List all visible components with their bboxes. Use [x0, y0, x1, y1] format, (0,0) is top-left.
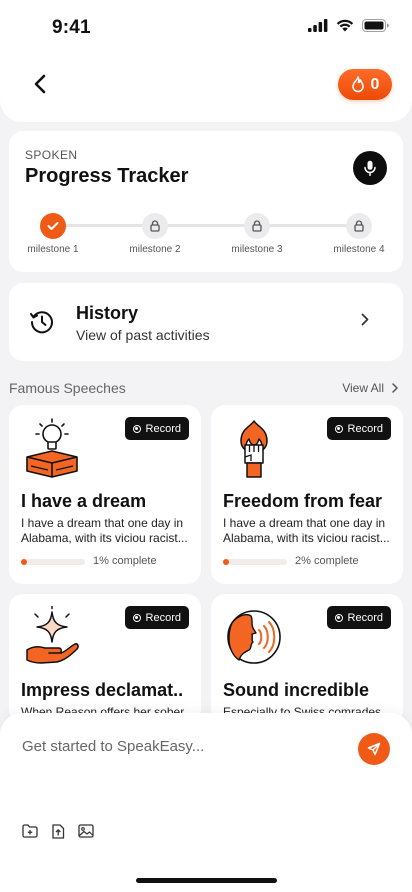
record-icon	[334, 613, 343, 622]
speech-title: Freedom from fear	[223, 491, 383, 511]
progress-kicker: SPOKEN	[25, 148, 78, 162]
checkmark-icon	[47, 222, 59, 230]
back-chevron-icon	[34, 74, 46, 94]
milestone-4-node	[346, 213, 372, 239]
status-time: 9:41	[52, 17, 91, 38]
milestone-3-node	[244, 213, 270, 239]
lock-icon	[150, 220, 160, 232]
cellular-signal-icon	[308, 19, 328, 32]
speech-card-freedom-from-fear[interactable]: Record Freedom from fear I have a dream …	[211, 405, 403, 584]
history-title: History	[76, 303, 139, 323]
speech-title: I have a dream	[21, 491, 147, 511]
record-button[interactable]: Record	[326, 606, 391, 629]
speech-title: Impress declamat..	[21, 680, 184, 700]
speech-progress-text: 1% complete	[93, 555, 157, 567]
chevron-right-icon	[392, 383, 398, 393]
record-label: Record	[347, 422, 383, 435]
record-button[interactable]: Record	[124, 417, 189, 440]
message-input[interactable]: Get started to SpeakEasy...	[22, 738, 204, 755]
record-icon	[334, 424, 343, 433]
upload-file-button[interactable]	[50, 823, 66, 839]
milestone-2-node	[142, 213, 168, 239]
record-label: Record	[347, 611, 383, 624]
speech-description: I have a dream that one day in Alabama, …	[223, 516, 390, 545]
raised-fist-icon	[240, 420, 268, 478]
record-icon	[132, 424, 141, 433]
back-button[interactable]	[26, 70, 54, 98]
top-header: 9:41 0	[0, 0, 412, 122]
add-image-button[interactable]	[78, 823, 94, 839]
history-clock-icon	[30, 311, 53, 334]
speech-progress-fill	[21, 559, 27, 565]
streak-badge[interactable]: 0	[338, 69, 392, 100]
progress-tracker-card: SPOKEN Progress Tracker milestone 1 mile…	[9, 131, 403, 272]
speaking-head-icon	[227, 610, 281, 664]
progress-title: Progress Tracker	[25, 165, 189, 187]
send-icon	[367, 742, 381, 756]
speech-progress-bar	[223, 559, 287, 565]
battery-icon	[362, 19, 389, 32]
home-indicator	[136, 878, 277, 883]
lock-icon	[252, 220, 262, 232]
record-button[interactable]: Record	[124, 606, 189, 629]
record-label: Record	[145, 611, 181, 624]
record-icon	[132, 613, 141, 622]
send-button[interactable]	[358, 733, 390, 765]
lock-icon	[354, 220, 364, 232]
famous-speeches-title: Famous Speeches	[9, 380, 126, 396]
streak-count: 0	[370, 75, 380, 93]
view-all-link[interactable]: View All	[342, 381, 398, 395]
flame-icon	[351, 76, 364, 93]
sparkle-hand-icon	[26, 606, 79, 664]
folder-plus-icon	[22, 824, 38, 838]
speech-progress-bar	[21, 559, 85, 565]
milestone-track	[53, 224, 359, 227]
speech-card-impress-declamation[interactable]: Record Impress declamat.. When Reason of…	[9, 594, 201, 724]
milestone-4-label: milestone 4	[333, 244, 385, 255]
speech-title: Sound incredible	[223, 680, 370, 700]
composer-tools	[22, 823, 94, 839]
lightbulb-box-icon	[26, 418, 78, 478]
microphone-button[interactable]	[353, 151, 387, 185]
add-folder-button[interactable]	[22, 823, 38, 839]
record-label: Record	[145, 422, 181, 435]
milestone-2-label: milestone 2	[129, 244, 181, 255]
speech-card-i-have-a-dream[interactable]: Record I have a dream I have a dream tha…	[9, 405, 201, 584]
milestone-1-node	[40, 213, 66, 239]
record-button[interactable]: Record	[326, 417, 391, 440]
microphone-icon	[364, 160, 376, 176]
history-subtitle: View of past activities	[76, 327, 210, 343]
milestone-1-label: milestone 1	[27, 244, 79, 255]
speech-progress-fill	[223, 559, 229, 565]
history-card[interactable]: History View of past activities	[9, 283, 403, 361]
speech-card-sound-incredible[interactable]: Record Sound incredible Especially to Sw…	[211, 594, 403, 724]
image-icon	[78, 824, 94, 838]
status-icons	[308, 19, 390, 32]
wifi-icon	[336, 19, 354, 32]
chevron-right-icon	[361, 313, 369, 326]
speech-progress-text: 2% complete	[295, 555, 359, 567]
composer-panel: Get started to SpeakEasy...	[0, 713, 412, 892]
view-all-label: View All	[342, 381, 384, 395]
status-bar: 9:41	[0, 0, 412, 58]
milestone-3-label: milestone 3	[231, 244, 283, 255]
speech-description: I have a dream that one day in Alabama, …	[21, 516, 188, 545]
file-upload-icon	[52, 823, 65, 839]
